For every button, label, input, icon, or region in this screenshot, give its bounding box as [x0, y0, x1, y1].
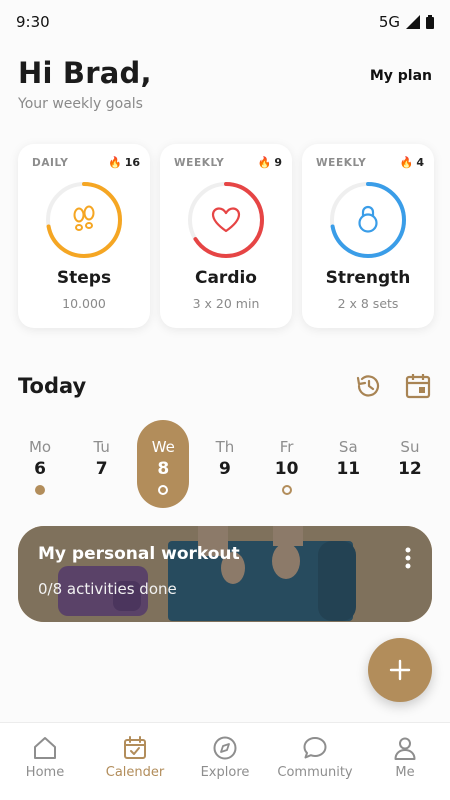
goal-frequency: WEEKLY: [316, 156, 367, 169]
chat-bubble-icon: [303, 737, 327, 759]
streak-badge: 🔥 4: [400, 156, 424, 169]
activity-dot: [158, 485, 169, 495]
header: Hi Brad, Your weekly goals My plan: [18, 56, 432, 122]
activity-dot: [35, 485, 45, 495]
day-number: 6: [34, 459, 46, 479]
day-number: 12: [398, 459, 422, 479]
day-number: 7: [95, 459, 108, 479]
today-actions: [354, 372, 432, 400]
flame-icon: 🔥: [257, 156, 272, 169]
bottom-navigation: Home Calender Explore Community Me: [0, 722, 450, 800]
goal-name: Steps: [56, 268, 112, 288]
streak-badge: 🔥 9: [258, 156, 282, 169]
streak-count: 16: [124, 156, 140, 169]
status-time: 9:30: [16, 13, 50, 31]
flame-icon: 🔥: [399, 156, 414, 169]
day-number: 8: [157, 459, 170, 479]
weekly-goals-subtitle: Your weekly goals: [18, 96, 143, 112]
day-label: Fr: [279, 438, 294, 456]
more-vertical-icon[interactable]: [404, 546, 412, 570]
kettlebell-icon: [358, 205, 378, 233]
day-sat[interactable]: Sa 11: [322, 420, 374, 508]
nav-community[interactable]: Community: [275, 735, 355, 780]
day-label: Tu: [93, 438, 110, 456]
day-label: We: [151, 438, 175, 456]
plus-icon: [389, 659, 411, 681]
home-icon: [34, 737, 56, 759]
day-label: Mo: [28, 438, 52, 456]
day-tue[interactable]: Tu 7: [76, 420, 128, 508]
day-number: 9: [219, 459, 231, 479]
network-label: 5G: [378, 13, 400, 31]
workout-overlay: [18, 526, 432, 622]
goals-row: DAILY 🔥 16 Steps 10.000 WEEKLY 🔥 9 Cardi…: [18, 144, 434, 328]
workout-card[interactable]: My personal workout 0/8 activities done: [18, 526, 432, 622]
nav-label: Explore: [200, 765, 250, 780]
today-title: Today: [18, 374, 87, 398]
day-label: Su: [400, 438, 420, 456]
nav-explore[interactable]: Explore: [185, 735, 265, 780]
nav-me[interactable]: Me: [365, 735, 445, 780]
day-label: Sa: [338, 438, 358, 456]
today-header: Today: [18, 368, 432, 404]
history-icon[interactable]: [354, 372, 382, 400]
activity-dot: [281, 485, 292, 495]
nav-label: Community: [277, 765, 353, 780]
workout-progress-text: 0/8 activities done: [38, 580, 177, 598]
goal-card-steps[interactable]: DAILY 🔥 16 Steps 10.000: [18, 144, 150, 328]
signal-icon: [406, 15, 420, 29]
status-bar: 9:30 5G: [0, 0, 450, 44]
nav-home[interactable]: Home: [5, 735, 85, 780]
battery-icon: [426, 15, 434, 29]
goal-name: Strength: [325, 268, 411, 288]
goal-frequency: WEEKLY: [174, 156, 225, 169]
heart-icon: [211, 207, 241, 233]
status-indicators: 5G: [379, 13, 434, 31]
streak-count: 4: [416, 156, 424, 169]
day-mon[interactable]: Mo 6: [14, 420, 66, 508]
person-icon: [394, 737, 416, 760]
day-fri[interactable]: Fr 10: [261, 420, 313, 508]
goal-card-cardio[interactable]: WEEKLY 🔥 9 Cardio 3 x 20 min: [160, 144, 292, 328]
calendar-check-icon: [124, 736, 146, 759]
goal-detail: 3 x 20 min: [192, 296, 260, 311]
day-number: 10: [274, 459, 299, 479]
my-plan-link[interactable]: My plan: [370, 68, 432, 84]
footprints-icon: [73, 205, 95, 231]
nav-calender[interactable]: Calender: [95, 735, 175, 780]
workout-title: My personal workout: [38, 544, 240, 564]
streak-count: 9: [274, 156, 282, 169]
compass-icon: [213, 736, 237, 760]
day-thu[interactable]: Th 9: [199, 420, 251, 508]
day-sun[interactable]: Su 12: [384, 420, 436, 508]
day-number: 11: [336, 459, 361, 479]
nav-label: Me: [395, 765, 415, 780]
day-wed[interactable]: We 8: [137, 420, 190, 508]
goal-detail: 10.000: [62, 296, 106, 311]
flame-icon: 🔥: [107, 156, 122, 169]
streak-badge: 🔥 16: [108, 156, 140, 169]
add-button[interactable]: [368, 638, 432, 702]
goal-frequency: DAILY: [32, 156, 69, 169]
goal-detail: 2 x 8 sets: [337, 296, 399, 311]
nav-label: Calender: [105, 765, 165, 780]
nav-label: Home: [25, 765, 65, 780]
calendar-icon[interactable]: [404, 372, 432, 400]
day-label: Th: [215, 438, 235, 456]
week-strip: Mo 6 Tu 7 We 8 Th 9 Fr 10 Sa 11 Su 12: [14, 420, 436, 508]
goal-name: Cardio: [194, 268, 257, 288]
goal-card-strength[interactable]: WEEKLY 🔥 4 Strength 2 x 8 sets: [302, 144, 434, 328]
